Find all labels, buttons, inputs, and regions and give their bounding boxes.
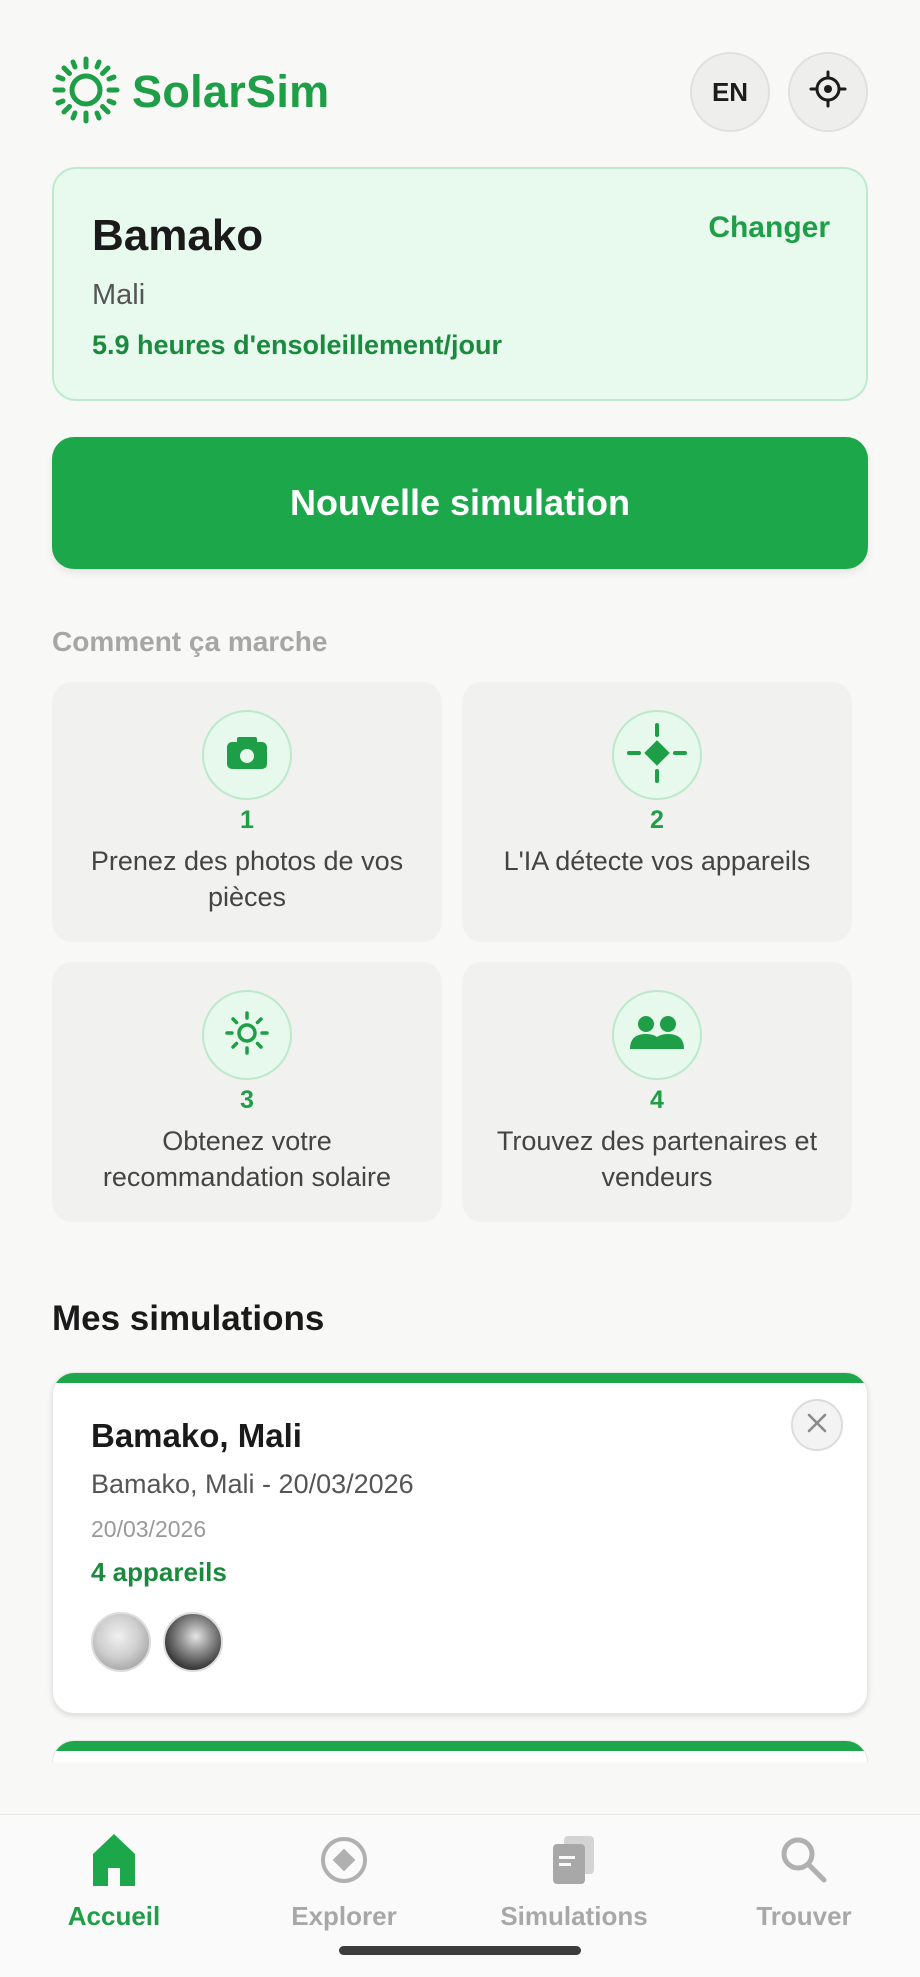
delete-simulation-button[interactable] (791, 1399, 843, 1451)
photo-thumbnails (91, 1612, 829, 1672)
people-icon (629, 1015, 685, 1056)
location-settings-button[interactable] (788, 52, 868, 132)
header-actions: EN (690, 52, 868, 132)
simulation-card-accent (53, 1741, 867, 1751)
nav-label: Explorer (291, 1901, 397, 1931)
step-text: Trouvez des partenaires et vendeurs (496, 1126, 818, 1192)
home-indicator (339, 1946, 581, 1955)
step-text: Prenez des photos de vos pièces (90, 846, 404, 912)
app-header: SolarSim EN (52, 52, 868, 132)
step-icon-circle (612, 990, 702, 1080)
step-number: 4 (650, 1086, 664, 1114)
brand: SolarSim (52, 56, 329, 129)
my-simulations-title: Mes simulations (52, 1299, 325, 1338)
step-icon-circle (612, 710, 702, 800)
search-icon (778, 1827, 830, 1893)
step-card-4: 4 Trouvez des partenaires et vendeurs (462, 962, 852, 1222)
nav-label: Trouver (756, 1901, 852, 1931)
nav-item-trouver[interactable]: Trouver (704, 1827, 904, 1932)
compass-icon (319, 1827, 369, 1893)
location-country: Mali (92, 279, 146, 311)
step-number: 3 (240, 1086, 254, 1114)
simulation-title: Bamako, Mali (91, 1417, 302, 1454)
simulation-card-accent (53, 1373, 867, 1383)
simulation-card-partial[interactable] (52, 1740, 868, 1762)
step-number: 1 (240, 806, 254, 834)
nav-label: Accueil (67, 1901, 161, 1931)
documents-icon (550, 1827, 598, 1893)
room-photo-thumbnail[interactable] (91, 1612, 151, 1672)
location-card: Bamako Mali 5.9 heures d'ensoleillement/… (52, 167, 868, 401)
crosshair-icon (809, 70, 847, 115)
home-icon (91, 1827, 137, 1893)
change-location-button[interactable]: Changer (708, 211, 830, 245)
target-icon (625, 721, 689, 790)
nav-item-explorer[interactable]: Explorer (244, 1827, 444, 1932)
new-simulation-button[interactable]: Nouvelle simulation (52, 437, 868, 569)
sun-icon (224, 1010, 270, 1061)
nav-item-accueil[interactable]: Accueil (14, 1827, 214, 1932)
language-button[interactable]: EN (690, 52, 770, 132)
step-text: Obtenez votre recommandation solaire (102, 1126, 392, 1192)
step-text: L'IA détecte vos appareils (503, 846, 811, 876)
app-name: SolarSim (132, 66, 330, 117)
nav-item-simulations[interactable]: Simulations (474, 1827, 674, 1932)
sun-logo-icon (52, 56, 120, 129)
step-card-3: 3 Obtenez votre recommandation solaire (52, 962, 442, 1222)
step-icon-circle (202, 710, 292, 800)
step-card-2: 2 L'IA détecte vos appareils (462, 682, 852, 942)
nav-label: Simulations (500, 1901, 648, 1931)
sunshine-hours: 5.9 heures d'ensoleillement/jour (92, 330, 503, 360)
simulation-card-body: Bamako, Mali Bamako, Mali - 20/03/2026 2… (53, 1383, 867, 1706)
step-icon-circle (202, 990, 292, 1080)
simulation-subtitle: Bamako, Mali - 20/03/2026 (91, 1469, 414, 1499)
room-photo-thumbnail[interactable] (163, 1612, 223, 1672)
camera-icon (225, 735, 269, 776)
appliance-count: 4 appareils (91, 1557, 227, 1587)
how-it-works-title: Comment ça marche (52, 626, 328, 657)
step-number: 2 (650, 806, 664, 834)
step-card-1: 1 Prenez des photos de vos pièces (52, 682, 442, 942)
simulation-date: 20/03/2026 (91, 1516, 207, 1542)
simulation-card[interactable]: Bamako, Mali Bamako, Mali - 20/03/2026 2… (52, 1372, 868, 1714)
close-icon (805, 1411, 829, 1440)
